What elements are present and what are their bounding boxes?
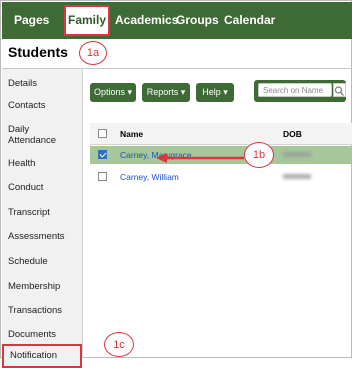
top-nav: Pages Family Academics Groups Calendar [2, 2, 352, 39]
select-all-checkbox[interactable] [98, 129, 107, 138]
search-box: Search on Name [254, 80, 346, 102]
search-button[interactable] [333, 83, 346, 97]
sidebar-item-transcript[interactable]: Transcript [8, 207, 50, 218]
arrow-left-icon [156, 153, 244, 163]
options-button[interactable]: Options ▾ [90, 83, 136, 102]
search-input[interactable]: Search on Name [258, 83, 332, 97]
sidebar: Details Contacts Daily Attendance Health… [2, 69, 83, 368]
column-header-dob[interactable]: DOB [283, 129, 302, 139]
reports-button[interactable]: Reports ▾ [142, 83, 190, 102]
row-checkbox[interactable] [98, 172, 107, 181]
row-checkbox[interactable] [98, 150, 107, 159]
sidebar-item-notification[interactable]: Notification [2, 344, 82, 368]
sidebar-item-membership[interactable]: Membership [8, 281, 60, 292]
page-title: Students [8, 44, 68, 60]
search-icon [334, 86, 344, 96]
sidebar-item-documents[interactable]: Documents [8, 329, 56, 340]
sidebar-item-assessments[interactable]: Assessments [8, 231, 65, 242]
sidebar-item-conduct[interactable]: Conduct [8, 182, 43, 193]
tab-calendar[interactable]: Calendar [224, 2, 275, 39]
tab-pages[interactable]: Pages [14, 2, 49, 39]
sidebar-item-daily-attendance[interactable]: Daily Attendance [8, 124, 60, 146]
student-name-link[interactable]: Carney, William [120, 172, 179, 182]
sidebar-item-schedule[interactable]: Schedule [8, 256, 48, 267]
help-button[interactable]: Help ▾ [196, 83, 234, 102]
callout-1a: 1a [79, 41, 107, 65]
dob-value-redacted [283, 152, 311, 157]
sidebar-item-transactions[interactable]: Transactions [8, 305, 62, 316]
sidebar-item-details[interactable]: Details [8, 78, 37, 89]
callout-1c: 1c [104, 332, 134, 357]
callout-1b: 1b [244, 142, 274, 168]
tab-groups[interactable]: Groups [176, 2, 219, 39]
tab-family[interactable]: Family [64, 5, 110, 36]
dob-value-redacted [283, 174, 311, 179]
sidebar-item-health[interactable]: Health [8, 158, 35, 169]
sidebar-item-contacts[interactable]: Contacts [8, 100, 46, 111]
table-header: Name DOB [90, 123, 352, 145]
table-row[interactable]: Carney, William [90, 168, 352, 186]
column-header-name[interactable]: Name [120, 129, 143, 139]
tab-academics[interactable]: Academics [115, 2, 178, 39]
